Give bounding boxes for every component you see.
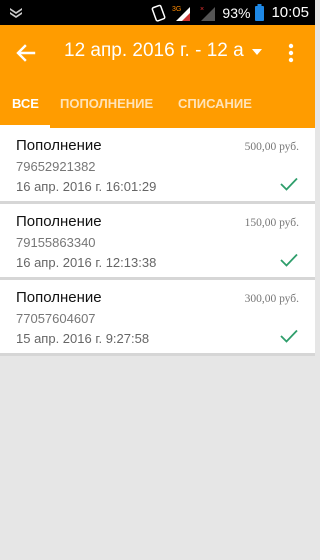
check-icon [280,329,298,343]
transaction-phone: 79155863340 [16,235,96,250]
transaction-date: 16 апр. 2016 г. 16:01:29 [16,179,157,194]
battery-percent: 93% [222,4,251,21]
svg-text:3G: 3G [172,6,181,13]
transaction-amount: 500,00 руб. [244,141,299,153]
list-item[interactable]: Пополнение 79155863340 16 апр. 2016 г. 1… [0,204,315,280]
tab-debit[interactable]: СПИСАНИЕ [178,81,252,128]
battery-icon [255,4,265,21]
transaction-list: Пополнение 79652921382 16 апр. 2016 г. 1… [0,128,315,356]
more-vert-icon[interactable] [283,41,299,65]
signal-3g-icon: 3G [172,6,191,21]
list-item[interactable]: Пополнение 79652921382 16 апр. 2016 г. 1… [0,128,315,204]
transaction-phone: 79652921382 [16,159,96,174]
transaction-amount: 300,00 руб. [244,293,299,305]
check-icon [280,177,298,191]
transaction-phone: 77057604607 [16,311,96,326]
transaction-date: 15 апр. 2016 г. 9:27:58 [16,331,150,346]
signal-empty-icon: × [200,6,216,21]
date-range-title[interactable]: 12 апр. 2016 г. - 12 апр. [64,40,244,62]
transaction-date: 16 апр. 2016 г. 12:13:38 [16,255,157,270]
list-item[interactable]: Пополнение 77057604607 15 апр. 2016 г. 9… [0,280,315,356]
transaction-type: Пополнение [16,137,102,154]
tab-bar: ВСЕ ПОПОЛНЕНИЕ СПИСАНИЕ [0,81,315,128]
notification-icon [10,8,22,18]
check-icon [280,253,298,267]
svg-text:×: × [200,6,204,13]
tab-topup[interactable]: ПОПОЛНЕНИЕ [60,81,168,128]
dropdown-triangle-icon[interactable] [250,45,264,59]
transaction-type: Пополнение [16,289,102,306]
back-arrow-icon[interactable] [12,39,40,67]
transaction-type: Пополнение [16,213,102,230]
clock: 10:05 [271,4,309,21]
rotation-icon [152,4,166,22]
transaction-amount: 150,00 руб. [244,217,299,229]
tab-all[interactable]: ВСЕ [0,81,50,128]
app-bar: 12 апр. 2016 г. - 12 апр. [0,25,315,81]
status-bar: 3G × 93% 10:05 [0,0,315,25]
